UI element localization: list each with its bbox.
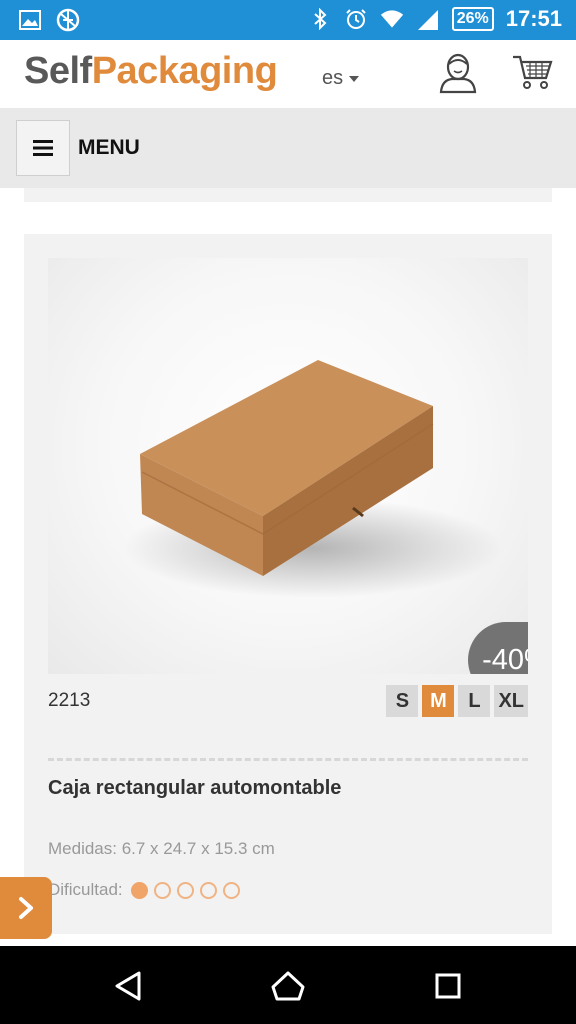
difficulty-rating: Dificultad: xyxy=(48,880,240,900)
size-option-m[interactable]: M xyxy=(422,685,455,717)
difficulty-label: Dificultad: xyxy=(48,880,123,899)
menu-toggle-button[interactable] xyxy=(16,120,70,176)
language-selector[interactable]: es xyxy=(322,67,360,90)
shopping-cart-icon[interactable] xyxy=(512,54,554,95)
menu-bar: MENU xyxy=(0,108,576,188)
home-icon[interactable] xyxy=(270,968,306,1004)
alarm-icon xyxy=(344,7,368,31)
divider xyxy=(48,758,528,761)
image-icon xyxy=(18,8,42,32)
language-label: es xyxy=(322,67,344,89)
bluetooth-icon xyxy=(308,7,332,31)
previous-card-edge xyxy=(24,188,552,202)
size-selector: S M L XL xyxy=(386,685,528,717)
status-bar: 26% 17:51 xyxy=(0,0,576,40)
size-option-l[interactable]: L xyxy=(458,685,491,717)
logo-part-self: Self xyxy=(24,50,92,92)
signal-icon xyxy=(416,7,440,31)
menu-label[interactable]: MENU xyxy=(78,136,140,160)
product-card[interactable]: -40% 2213 S M L XL Caja rectangular auto… xyxy=(24,234,552,934)
difficulty-dot xyxy=(222,881,240,899)
product-image[interactable]: -40% xyxy=(48,258,528,674)
clock: 17:51 xyxy=(505,6,562,31)
difficulty-dot xyxy=(199,881,217,899)
site-header: SelfPackaging es xyxy=(0,40,576,108)
size-option-s[interactable]: S xyxy=(386,685,419,717)
product-measures: Medidas: 6.7 x 24.7 x 15.3 cm xyxy=(48,839,275,858)
system-navigation-bar xyxy=(0,946,576,1024)
product-sku: 2213 xyxy=(48,690,91,711)
battery-icon: 26% xyxy=(451,7,494,31)
size-option-xl[interactable]: XL xyxy=(494,685,528,717)
chevron-right-icon xyxy=(19,897,33,919)
difficulty-dot xyxy=(130,881,148,899)
user-account-icon[interactable] xyxy=(438,52,478,99)
side-drawer-toggle[interactable] xyxy=(0,877,52,939)
wifi-icon xyxy=(380,7,404,31)
no-sync-icon xyxy=(56,8,80,32)
difficulty-dot xyxy=(176,881,194,899)
back-icon[interactable] xyxy=(110,968,146,1004)
logo-part-packaging: Packaging xyxy=(91,50,278,92)
recent-apps-icon[interactable] xyxy=(430,968,466,1004)
caret-down-icon xyxy=(349,75,360,82)
hamburger-icon xyxy=(33,140,53,156)
site-logo[interactable]: SelfPackaging xyxy=(24,50,278,93)
product-name[interactable]: Caja rectangular automontable xyxy=(48,777,341,800)
difficulty-dot xyxy=(153,881,171,899)
